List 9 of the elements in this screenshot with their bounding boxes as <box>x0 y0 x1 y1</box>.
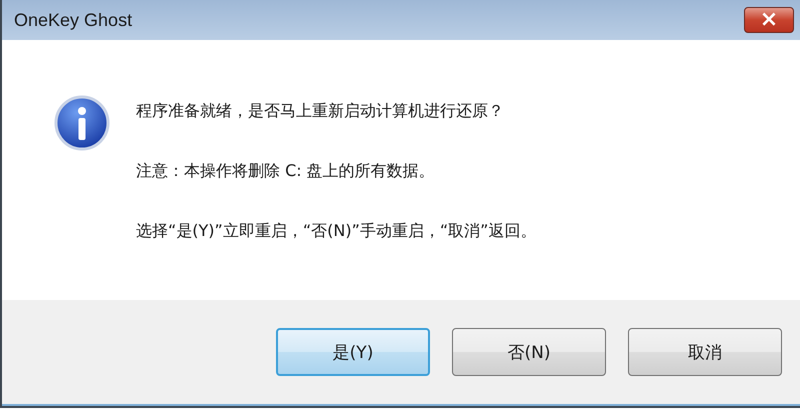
message-text: 注意：本操作将删除 C: 盘上的所有数据。 <box>136 161 436 181</box>
message-text: 程序准备就绪，是否马上重新启动计算机进行还原？ <box>136 101 505 121</box>
window-title: OneKey Ghost <box>14 10 132 30</box>
dialog-button[interactable]: 取消 <box>628 328 782 376</box>
dialog-button[interactable]: 否(N) <box>452 328 606 376</box>
close-button[interactable]: × <box>744 7 794 33</box>
message-text: 选择“是(Y)”立即重启，“否(N)”手动重启，“取消”返回。 <box>136 221 536 241</box>
dialog-button[interactable]: 是(Y) <box>276 328 430 376</box>
information-icon <box>54 95 110 151</box>
